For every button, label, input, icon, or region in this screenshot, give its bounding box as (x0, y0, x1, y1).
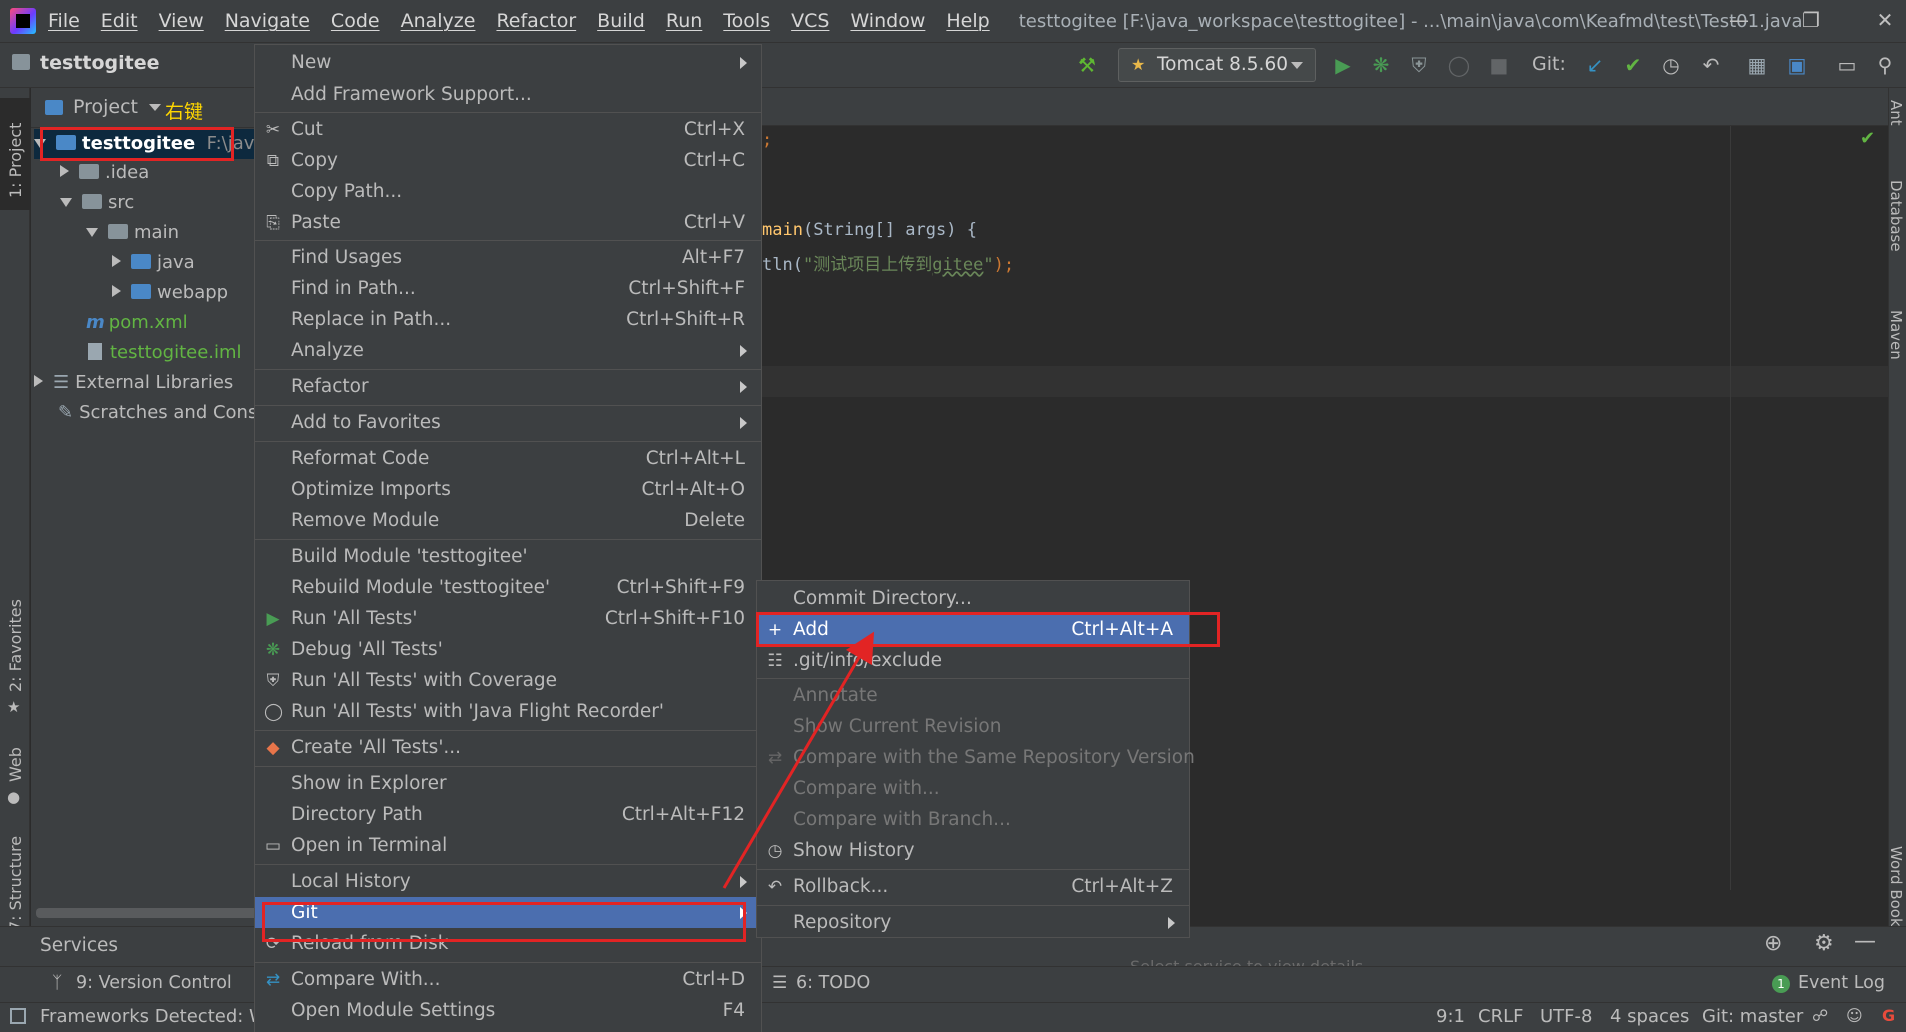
annotation-arrow (722, 631, 875, 889)
